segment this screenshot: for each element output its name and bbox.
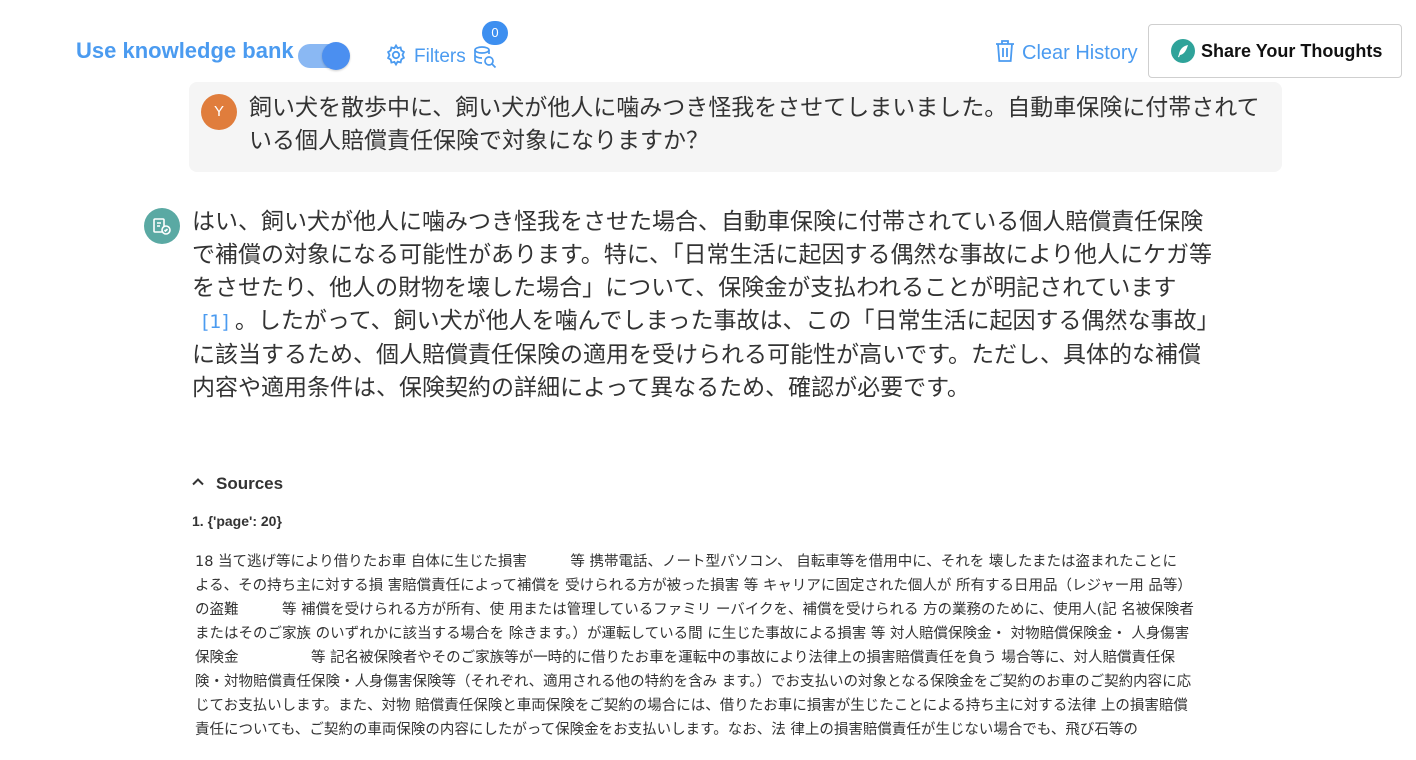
database-search-icon[interactable] xyxy=(472,44,498,70)
answer-text-part2: 。したがって、飼い犬が他人を噛んでしまった事故は、この「日常生活に起因する偶然な… xyxy=(192,308,1220,401)
answer-text-part1: はい、飼い犬が他人に噛みつき怪我をさせた場合、自動車保険に付帯されている個人賠償… xyxy=(192,209,1213,301)
knowledge-bank-toggle[interactable] xyxy=(298,42,350,70)
assistant-answer: はい、飼い犬が他人に噛みつき怪我をさせた場合、自動車保険に付帯されている個人賠償… xyxy=(192,206,1222,405)
user-message: Y 飼い犬を散歩中に、飼い犬が他人に噛みつき怪我をさせてしまいました。自動車保険… xyxy=(189,82,1282,172)
share-thoughts-button[interactable]: Share Your Thoughts xyxy=(1148,24,1402,78)
source-excerpt: 18 当て逃げ等により借りたお車 自体に生じた損害 等 携帯電話、ノート型パソコ… xyxy=(195,554,1194,738)
citation-link[interactable]: [1] xyxy=(202,311,229,333)
knowledge-bank-label: Use knowledge bank xyxy=(76,38,294,63)
clear-history-label: Clear History xyxy=(1022,41,1138,64)
filters-label: Filters xyxy=(414,46,466,67)
trash-icon xyxy=(994,38,1016,68)
user-avatar: Y xyxy=(201,94,237,130)
clear-history-button[interactable]: Clear History xyxy=(994,38,1138,68)
share-thoughts-label: Share Your Thoughts xyxy=(1201,40,1383,61)
sources-toggle[interactable]: Sources xyxy=(190,474,283,494)
top-toolbar: Use knowledge bank Filters 0 Clear Histo… xyxy=(0,0,1416,82)
toggle-knob xyxy=(322,42,350,70)
gear-icon xyxy=(384,43,408,71)
assistant-avatar-icon xyxy=(144,208,180,244)
sources-label: Sources xyxy=(216,474,284,493)
filters-button[interactable]: Filters xyxy=(384,42,466,72)
feather-icon xyxy=(1171,39,1195,63)
user-message-text: 飼い犬を散歩中に、飼い犬が他人に噛みつき怪我をさせてしまいました。自動車保険に付… xyxy=(249,95,1260,154)
chevron-up-icon xyxy=(190,474,206,494)
source-title: 1. {'page': 20} xyxy=(192,513,282,529)
filters-count-badge: 0 xyxy=(482,21,508,45)
